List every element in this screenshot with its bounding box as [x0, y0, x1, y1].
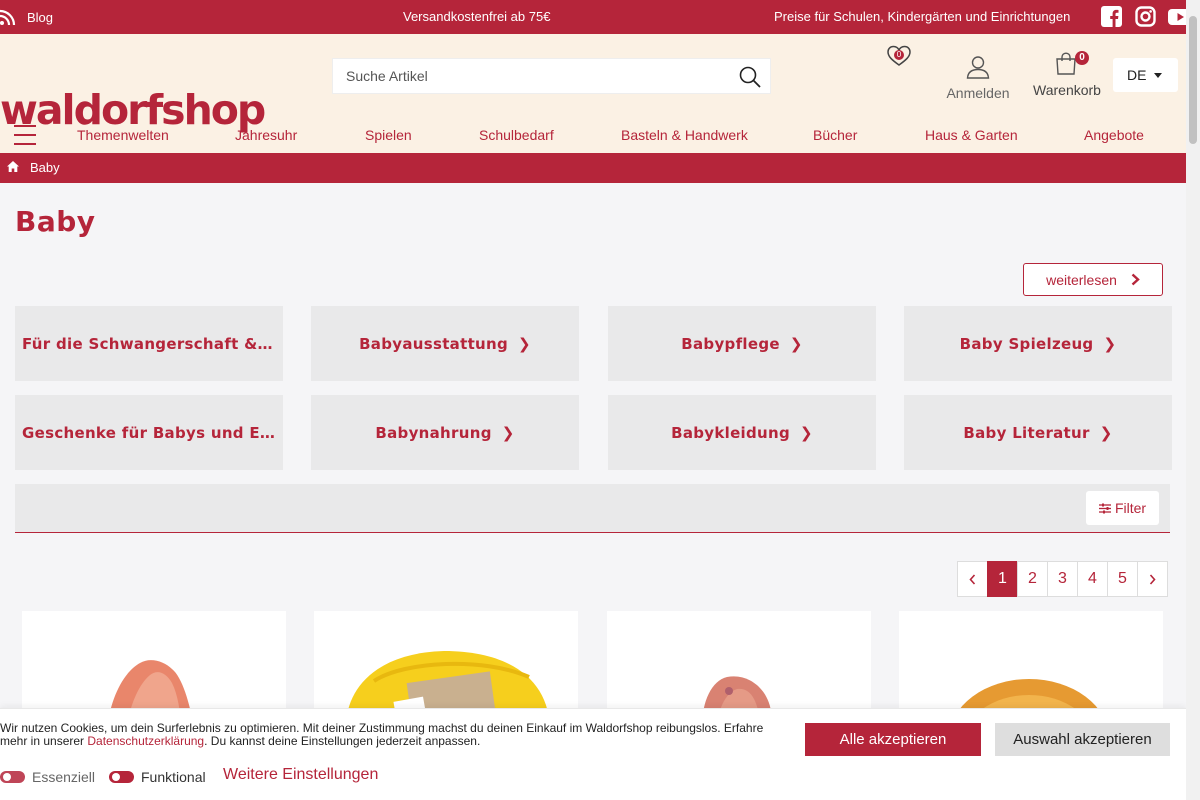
nav-item-jahresuhr[interactable]: Jahresuhr	[235, 127, 297, 143]
breadcrumb-current[interactable]: Baby	[30, 160, 60, 175]
bag-icon	[1056, 52, 1076, 75]
cart-label: Warenkorb	[1033, 82, 1101, 98]
institution-prices-link[interactable]: Preise für Schulen, Kindergärten und Ein…	[774, 9, 1070, 24]
subcategory-label: Baby Spielzeug	[959, 334, 1094, 353]
read-more-label: weiterlesen	[1046, 271, 1117, 288]
blog-label: Blog	[27, 9, 54, 25]
pagination-page[interactable]: 4	[1077, 561, 1108, 597]
user-icon	[966, 56, 990, 79]
chevron-right-icon	[1149, 573, 1156, 585]
search-input[interactable]	[333, 59, 723, 93]
sliders-icon	[1098, 503, 1111, 513]
functional-cookies-toggle[interactable]: Funktional	[109, 769, 206, 785]
nav-item-haus-garten[interactable]: Haus & Garten	[925, 127, 1018, 143]
toggle-switch[interactable]	[109, 771, 134, 783]
subcategory-tile[interactable]: Babyausstattung ❯	[311, 306, 579, 381]
chevron-right-icon: ❯	[789, 334, 803, 353]
subcategory-tile[interactable]: Babykleidung ❯	[608, 395, 876, 470]
cart-button[interactable]: Warenkorb	[1032, 52, 1102, 98]
pagination-prev[interactable]	[957, 561, 988, 597]
chevron-right-icon: ❯	[501, 423, 515, 442]
chevron-right-icon: ❯	[800, 423, 813, 442]
wishlist-count: 0	[894, 50, 904, 60]
instagram-icon[interactable]	[1135, 6, 1156, 27]
caret-down-icon	[1154, 72, 1163, 78]
subcategory-tile[interactable]: Für die Schwangerschaft & Stillzeit	[15, 306, 283, 381]
blog-link[interactable]: Blog	[0, 0, 53, 34]
shipping-info: Versandkostenfrei ab 75€	[403, 9, 551, 24]
filter-label: Filter	[1114, 500, 1147, 516]
login-button[interactable]: Anmelden	[946, 55, 1010, 101]
chevron-right-icon: ❯	[1103, 334, 1117, 353]
chevron-right-icon: ❯	[518, 334, 531, 353]
cookie-text-outro: . Du kannst deine Einstellungen jederzei…	[204, 734, 481, 748]
cookie-banner: Wir nutzen Cookies, um dein Surferlebnis…	[0, 708, 1186, 800]
pagination-page[interactable]: 1	[987, 561, 1018, 597]
nav-item-angebote[interactable]: Angebote	[1084, 127, 1144, 143]
subcategory-label: Babyausstattung	[359, 334, 509, 353]
subcategory-label: Baby Literatur	[963, 423, 1090, 442]
youtube-icon[interactable]	[1168, 6, 1186, 27]
subcategory-tile[interactable]: Baby Literatur ❯	[904, 395, 1172, 470]
pagination-next[interactable]	[1137, 561, 1168, 597]
filter-button[interactable]: Filter	[1086, 491, 1159, 525]
nav-item-buecher[interactable]: Bücher	[813, 127, 857, 143]
cart-count-badge: 0	[1075, 51, 1089, 65]
subcategory-tile[interactable]: Geschenke für Babys und Eltern	[15, 395, 283, 470]
page-scrollbar[interactable]	[1186, 0, 1200, 800]
privacy-policy-link[interactable]: Datenschutzerklärung	[87, 734, 204, 748]
pagination-page[interactable]: 2	[1017, 561, 1048, 597]
pagination: 1 2 3 4 5	[957, 561, 1168, 597]
essential-label: Essenziell	[32, 769, 96, 785]
subcategory-tile[interactable]: Babypflege ❯	[608, 306, 876, 381]
read-more-button[interactable]: weiterlesen	[1023, 263, 1163, 296]
accept-all-button[interactable]: Alle akzeptieren	[805, 723, 981, 756]
search-icon[interactable]	[739, 66, 761, 88]
toggle-switch	[0, 771, 25, 783]
menu-icon[interactable]	[14, 125, 36, 145]
home-icon[interactable]	[7, 161, 19, 172]
chevron-right-icon: ❯	[1099, 423, 1113, 442]
pagination-page[interactable]: 3	[1047, 561, 1078, 597]
subcategory-label: Für die Schwangerschaft & Stillzeit	[22, 334, 276, 353]
functional-label: Funktional	[141, 769, 206, 785]
nav-item-basteln-handwerk[interactable]: Basteln & Handwerk	[621, 127, 748, 143]
chevron-left-icon	[969, 573, 976, 585]
language-value: DE	[1127, 67, 1147, 83]
pagination-page[interactable]: 5	[1107, 561, 1138, 597]
subcategory-tile[interactable]: Babynahrung ❯	[311, 395, 579, 470]
subcategory-label: Babypflege	[681, 334, 780, 353]
facebook-icon[interactable]	[1101, 6, 1122, 27]
language-select[interactable]: DE	[1113, 58, 1178, 92]
login-label: Anmelden	[946, 85, 1010, 101]
top-bar: Blog Versandkostenfrei ab 75€ Preise für…	[0, 0, 1186, 34]
search-box	[332, 58, 771, 94]
filter-bar: Filter	[15, 484, 1170, 533]
nav-item-themenwelten[interactable]: Themenwelten	[77, 127, 169, 143]
subcategory-label: Babykleidung	[671, 423, 791, 442]
more-settings-link[interactable]: Weitere Einstellungen	[223, 766, 378, 784]
page-title: Baby	[15, 205, 96, 238]
scrollbar-thumb[interactable]	[1189, 16, 1197, 144]
subcategory-label: Babynahrung	[375, 423, 492, 442]
subcategory-tile[interactable]: Baby Spielzeug ❯	[904, 306, 1172, 381]
breadcrumb: Baby	[0, 153, 1186, 183]
subcategory-label: Geschenke für Babys und Eltern	[22, 423, 276, 442]
nav-item-spielen[interactable]: Spielen	[365, 127, 412, 143]
essential-cookies-toggle: Essenziell	[0, 769, 95, 785]
nav-item-schulbedarf[interactable]: Schulbedarf	[479, 127, 554, 143]
rss-icon	[0, 9, 16, 25]
wishlist-button[interactable]: 0	[886, 44, 912, 68]
chevron-right-icon	[1131, 273, 1140, 286]
cookie-text: Wir nutzen Cookies, um dein Surferlebnis…	[0, 722, 790, 748]
accept-selection-button[interactable]: Auswahl akzeptieren	[995, 723, 1170, 756]
